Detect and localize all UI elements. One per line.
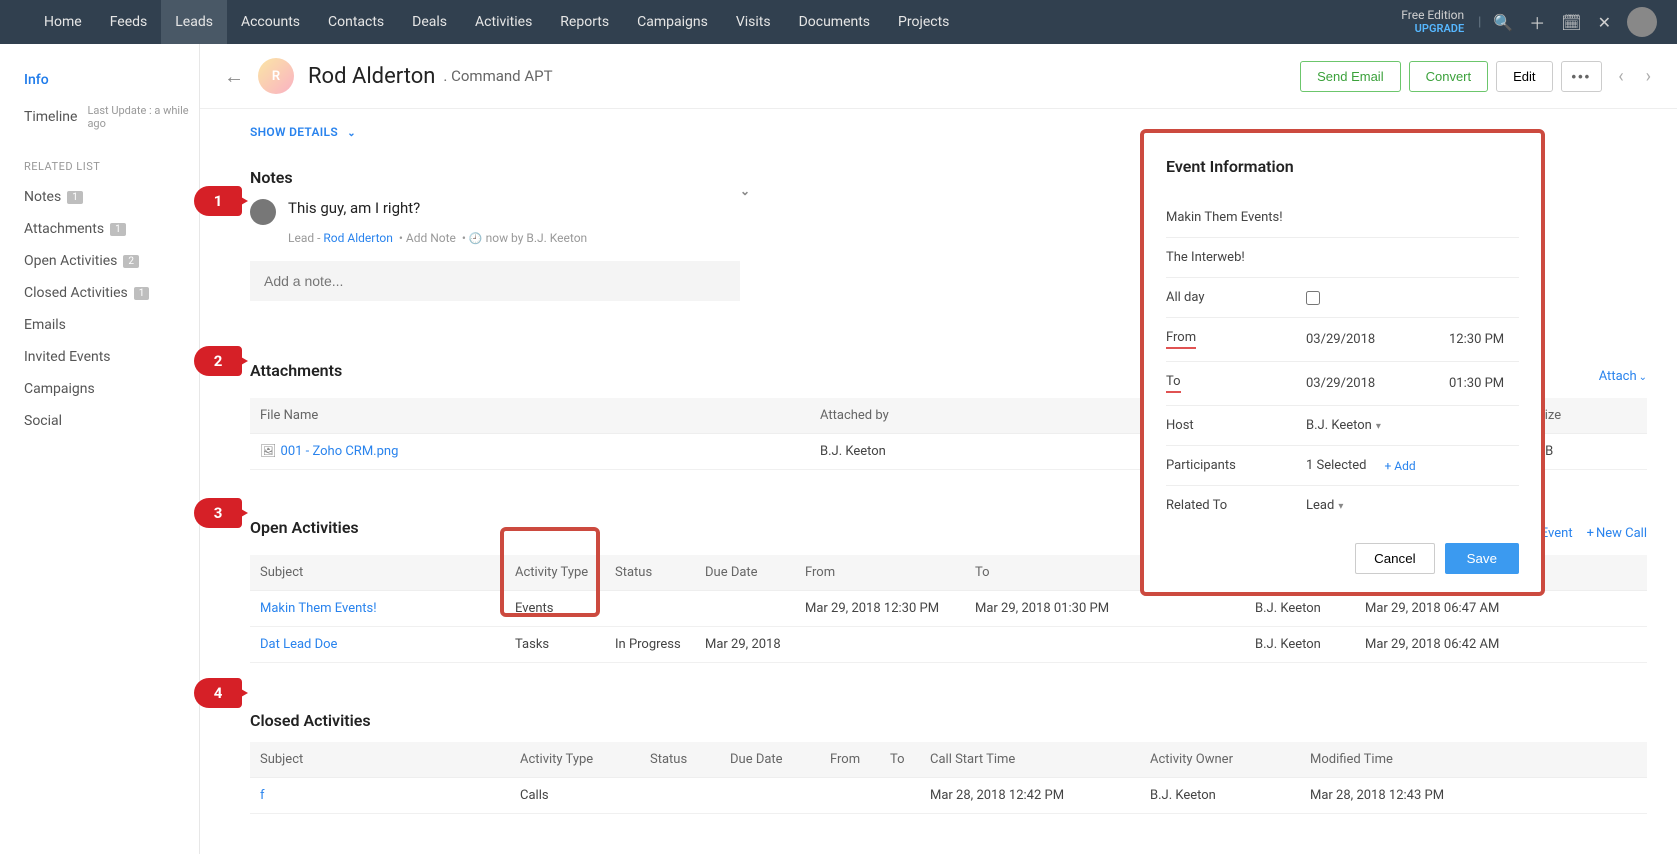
nav-deals[interactable]: Deals <box>398 0 461 44</box>
sidebar-emails[interactable]: Emails <box>24 309 199 341</box>
attachments-title: Attachments <box>250 361 342 380</box>
callout-1: 1 <box>194 186 242 216</box>
callout-4: 4 <box>194 678 242 708</box>
record-company: . Command APT <box>443 67 552 85</box>
user-avatar[interactable] <box>1627 7 1657 37</box>
convert-button[interactable]: Convert <box>1409 61 1489 92</box>
col-size: Size <box>1527 398 1647 434</box>
edit-button[interactable]: Edit <box>1496 61 1552 92</box>
image-icon: 🖼 <box>260 444 277 459</box>
record-avatar: R <box>258 58 294 94</box>
add-note-input[interactable] <box>250 261 740 301</box>
to-date[interactable]: 03/29/2018 <box>1306 376 1439 391</box>
callout-2: 2 <box>194 346 242 376</box>
add-note-link[interactable]: Add Note <box>406 231 456 245</box>
host-value[interactable]: B.J. Keeton▾ <box>1306 418 1519 433</box>
next-record-icon[interactable]: › <box>1640 66 1657 87</box>
record-name: Rod Alderton <box>308 64 435 89</box>
sidebar-social[interactable]: Social <box>24 405 199 437</box>
col-file-name: File Name <box>250 398 810 434</box>
from-label: From <box>1166 330 1196 349</box>
edition-label[interactable]: Free Edition UPGRADE <box>1401 9 1464 34</box>
to-label: To <box>1166 374 1181 393</box>
tools-icon[interactable]: ✕ <box>1590 13 1619 32</box>
nav-visits[interactable]: Visits <box>722 0 785 44</box>
related-list-header: RELATED LIST <box>24 160 199 173</box>
sidebar-timeline[interactable]: Timeline Last Update : a while ago <box>24 96 199 138</box>
related-to-value[interactable]: Lead▾ <box>1306 498 1519 513</box>
participants-value[interactable]: 1 Selected <box>1306 458 1366 473</box>
allday-checkbox[interactable] <box>1306 291 1320 305</box>
to-time[interactable]: 01:30 PM <box>1449 376 1519 391</box>
related-to-label: Related To <box>1166 498 1296 513</box>
open-activities-title: Open Activities <box>250 518 359 537</box>
nav-campaigns[interactable]: Campaigns <box>623 0 722 44</box>
closed-activities-title: Closed Activities <box>250 711 1647 730</box>
closed-activities-table: Subject Activity Type Status Due Date Fr… <box>250 742 1647 814</box>
note-title: This guy, am I right? <box>288 199 420 217</box>
from-time[interactable]: 12:30 PM <box>1449 332 1519 347</box>
chevron-down-icon: ⌄ <box>347 128 356 139</box>
divider: | <box>1474 15 1485 30</box>
chevron-down-icon: ▾ <box>1376 421 1381 432</box>
host-label: Host <box>1166 418 1296 433</box>
chevron-down-icon: ⌄ <box>1639 372 1647 383</box>
event-location-value[interactable]: The Interweb! <box>1166 250 1519 265</box>
from-date[interactable]: 03/29/2018 <box>1306 332 1439 347</box>
sidebar-attachments[interactable]: Attachments1 <box>24 213 199 245</box>
chevron-down-icon[interactable]: ⌄ <box>740 184 750 198</box>
event-information-panel: Event Information Makin Them Events! The… <box>1140 129 1545 596</box>
event-title-value[interactable]: Makin Them Events! <box>1166 210 1519 225</box>
new-call-button[interactable]: +New Call <box>1587 526 1647 541</box>
sidebar-notes[interactable]: Notes1 <box>24 181 199 213</box>
nav-items: Home Feeds Leads Accounts Contacts Deals… <box>30 0 963 44</box>
nav-feeds[interactable]: Feeds <box>96 0 162 44</box>
table-row[interactable]: f Calls Mar 28, 2018 12:42 PM B.J. Keeto… <box>250 778 1647 814</box>
sidebar-campaigns[interactable]: Campaigns <box>24 373 199 405</box>
plus-icon[interactable]: ＋ <box>1521 10 1553 34</box>
add-participant-link[interactable]: + Add <box>1384 459 1415 473</box>
timeline-sub: Last Update : a while ago <box>87 104 199 130</box>
lead-link[interactable]: Rod Alderton <box>323 231 393 245</box>
main: ← R Rod Alderton . Command APT Send Emai… <box>200 44 1677 854</box>
nav-documents[interactable]: Documents <box>785 0 884 44</box>
calendar-icon[interactable]: 🗓 <box>1553 13 1589 32</box>
nav-activities[interactable]: Activities <box>461 0 546 44</box>
cancel-button[interactable]: Cancel <box>1355 543 1435 574</box>
search-icon[interactable]: 🔍 <box>1485 13 1521 32</box>
send-email-button[interactable]: Send Email <box>1300 61 1400 92</box>
save-button[interactable]: Save <box>1445 543 1519 574</box>
free-edition: Free Edition <box>1401 9 1464 22</box>
page-header: ← R Rod Alderton . Command APT Send Emai… <box>200 44 1677 109</box>
sidebar-closed-activities[interactable]: Closed Activities1 <box>24 277 199 309</box>
clock-icon: 🕘 <box>469 232 483 245</box>
upgrade-link[interactable]: UPGRADE <box>1401 23 1464 35</box>
timeline-label: Timeline <box>24 109 77 125</box>
nav-leads[interactable]: Leads <box>161 0 227 44</box>
plus-icon: + <box>1587 526 1594 541</box>
attach-link[interactable]: Attach⌄ <box>1599 369 1647 384</box>
nav-home[interactable]: Home <box>30 0 96 44</box>
chevron-down-icon: ▾ <box>1338 501 1343 512</box>
more-button[interactable]: ••• <box>1561 61 1603 92</box>
nav-projects[interactable]: Projects <box>884 0 963 44</box>
back-arrow-icon[interactable]: ← <box>210 64 258 89</box>
event-panel-title: Event Information <box>1166 157 1519 176</box>
table-row[interactable]: Dat Lead Doe Tasks In Progress Mar 29, 2… <box>250 627 1647 663</box>
nav-contacts[interactable]: Contacts <box>314 0 398 44</box>
sidebar-invited-events[interactable]: Invited Events <box>24 341 199 373</box>
show-details-link[interactable]: SHOW DETAILS ⌄ <box>250 125 356 139</box>
sidebar: Info Timeline Last Update : a while ago … <box>0 44 200 854</box>
participants-label: Participants <box>1166 458 1296 473</box>
prev-record-icon[interactable]: ‹ <box>1612 66 1629 87</box>
allday-label: All day <box>1166 290 1296 305</box>
top-nav: Home Feeds Leads Accounts Contacts Deals… <box>0 0 1677 44</box>
callout-3: 3 <box>194 498 242 528</box>
sidebar-open-activities[interactable]: Open Activities2 <box>24 245 199 277</box>
file-link[interactable]: 001 - Zoho CRM.png <box>281 444 399 459</box>
nav-reports[interactable]: Reports <box>546 0 623 44</box>
nav-accounts[interactable]: Accounts <box>227 0 314 44</box>
sidebar-info[interactable]: Info <box>24 64 199 96</box>
